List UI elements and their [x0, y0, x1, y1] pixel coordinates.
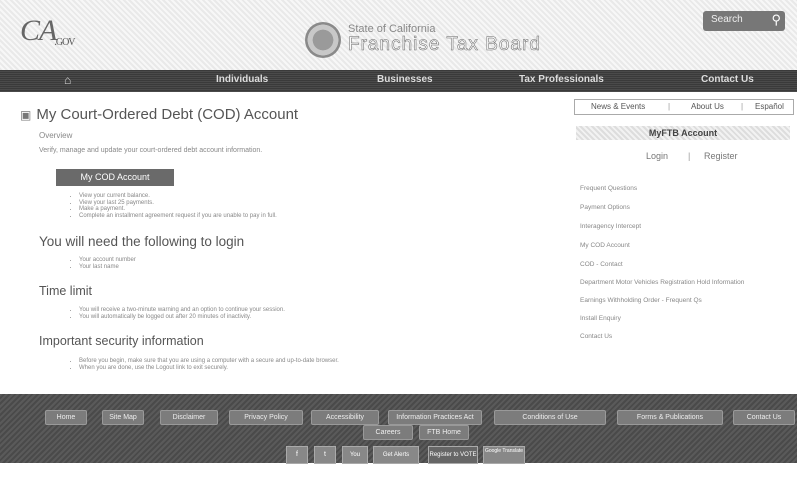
agency-title-line2: Franchise Tax Board — [348, 34, 541, 55]
nav-item-tax-professionals[interactable]: Tax Professionals — [519, 74, 604, 85]
sidebar-link[interactable]: Department Motor Vehicles Registration H… — [580, 279, 744, 286]
logo-sub: .GOV — [54, 37, 75, 48]
twitter-icon[interactable]: t — [314, 446, 336, 464]
nav-item-businesses[interactable]: Businesses — [377, 74, 433, 85]
news-events-link[interactable]: News & Events — [591, 102, 645, 111]
lock-icon: ▣ — [20, 108, 32, 122]
list-item: Before you begin, make sure that you are… — [79, 358, 339, 365]
footer-link[interactable]: Contact Us — [733, 410, 795, 425]
espanol-link[interactable]: Español — [755, 102, 784, 111]
footer-link[interactable]: Site Map — [102, 410, 144, 425]
ca-gov-logo[interactable]: CA.GOV — [20, 14, 76, 48]
utility-links-bar: News & Events | About Us | Español — [574, 99, 794, 115]
list-item: Your account number — [79, 257, 136, 264]
search-icon[interactable]: ⚲ — [771, 12, 781, 28]
features-list: View your current balance. View your las… — [65, 193, 277, 219]
sidebar-link[interactable]: Interagency Intercept — [580, 223, 641, 230]
register-to-vote-button[interactable]: Register to VOTE — [428, 446, 478, 464]
site-header: CA.GOV State of California Franchise Tax… — [0, 0, 797, 70]
home-icon[interactable]: ⌂ — [64, 73, 71, 87]
list-item: Your last name — [79, 264, 136, 271]
overview-heading: Overview — [39, 131, 73, 140]
page-title: ▣ My Court-Ordered Debt (COD) Account — [20, 106, 298, 123]
login-link[interactable]: Login — [646, 151, 668, 161]
sidebar-link[interactable]: My COD Account — [580, 242, 630, 249]
logo-main: CA — [20, 14, 57, 47]
list-item: You will automatically be logged out aft… — [79, 314, 285, 321]
footer-link[interactable]: Forms & Publications — [617, 410, 723, 425]
sidebar-link[interactable]: Earnings Withholding Order - Frequent Qs — [580, 297, 702, 304]
register-link[interactable]: Register — [704, 151, 738, 161]
footer-link[interactable]: Accessibility — [311, 410, 379, 425]
get-alerts-button[interactable]: Get Alerts — [373, 446, 419, 464]
overview-text: Verify, manage and update your court-ord… — [39, 147, 263, 154]
sidebar-link[interactable]: Install Enquiry — [580, 315, 621, 322]
ftb-seal-icon — [305, 22, 341, 58]
sidebar-link[interactable]: COD - Contact — [580, 261, 623, 268]
login-requirements-heading: You will need the following to login — [39, 234, 245, 249]
my-cod-account-button[interactable]: My COD Account — [56, 169, 174, 186]
search-input[interactable]: Search ⚲ — [703, 11, 785, 31]
page-title-text: My Court-Ordered Debt (COD) Account — [36, 106, 299, 123]
sidebar-link[interactable]: Frequent Questions — [580, 185, 637, 192]
about-us-link[interactable]: About Us — [691, 102, 724, 111]
nav-item-individuals[interactable]: Individuals — [216, 74, 268, 85]
myftb-title: MyFTB Account — [576, 126, 790, 140]
list-item: When you are done, use the Logout link t… — [79, 365, 339, 372]
myftb-account-box: MyFTB Account Login | Register — [576, 126, 790, 174]
search-label: Search — [711, 14, 743, 25]
footer-link[interactable]: Disclaimer — [160, 410, 218, 425]
security-heading: Important security information — [39, 334, 204, 348]
security-list: Before you begin, make sure that you are… — [65, 358, 339, 371]
sidebar-link[interactable]: Payment Options — [580, 204, 630, 211]
youtube-icon[interactable]: You Tube — [342, 446, 368, 474]
footer-link[interactable]: Careers — [363, 425, 413, 440]
time-limit-list: You will receive a two-minute warning an… — [65, 307, 285, 320]
agency-title[interactable]: State of California Franchise Tax Board — [348, 22, 541, 55]
footer-link[interactable]: FTB Home — [419, 425, 469, 440]
facebook-icon[interactable]: f — [286, 446, 308, 464]
footer-link[interactable]: Conditions of Use — [494, 410, 606, 425]
list-item: You will receive a two-minute warning an… — [79, 307, 285, 314]
list-item: Complete an installment agreement reques… — [79, 213, 277, 220]
time-limit-heading: Time limit — [39, 284, 93, 298]
main-nav: ⌂ Individuals Businesses Tax Professiona… — [0, 70, 797, 92]
footer-link[interactable]: Privacy Policy — [229, 410, 303, 425]
sidebar-link[interactable]: Contact Us — [580, 333, 612, 340]
footer-link[interactable]: Home — [45, 410, 87, 425]
nav-item-contact-us[interactable]: Contact Us — [701, 74, 754, 85]
login-requirements-list: Your account number Your last name — [65, 257, 136, 270]
google-translate-button[interactable]: Google Translate — [483, 446, 525, 464]
footer-link[interactable]: Information Practices Act — [388, 410, 482, 425]
